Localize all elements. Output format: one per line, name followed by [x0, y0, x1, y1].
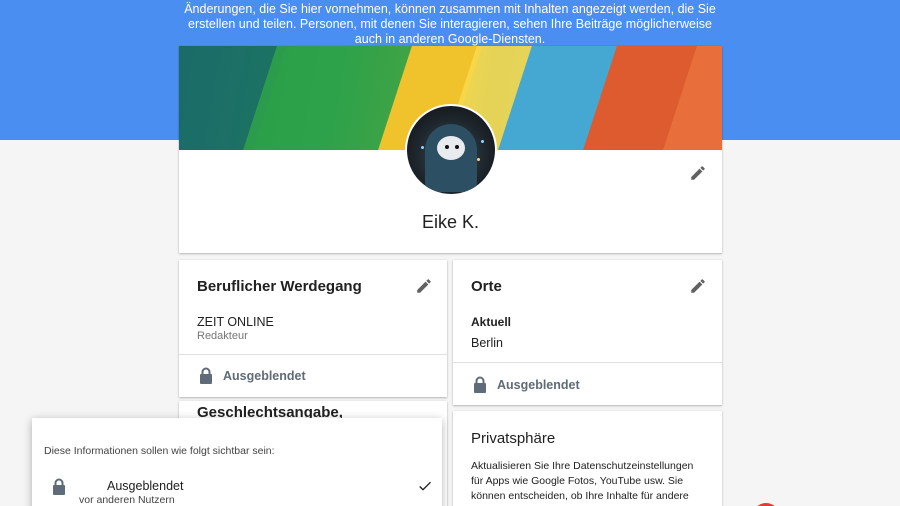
check-icon	[419, 481, 431, 491]
career-role: Redakteur	[197, 330, 248, 342]
places-current-value: Berlin	[471, 336, 503, 350]
privacy-text: Aktualisieren Sie Ihre Datenschutzeinste…	[471, 459, 693, 504]
profile-info-banner: Änderungen, die Sie hier vornehmen, könn…	[184, 2, 716, 46]
privacy-card: Privatsphäre Aktualisieren Sie Ihre Date…	[453, 411, 722, 506]
profile-name: Eike K.	[421, 212, 480, 232]
places-card: Orte Aktuell Berlin Ausgeblendet	[453, 260, 722, 405]
places-current-label: Aktuell	[471, 315, 512, 329]
profile-card: Eike K.	[179, 46, 722, 253]
visibility-label: Ausgeblendet	[497, 377, 580, 392]
privacy-text-line: Aktualisieren Sie Ihre Datenschutzeinste…	[471, 460, 694, 472]
profile-avatar[interactable]	[405, 104, 497, 196]
option-sublabel: vor anderen Nutzern	[79, 494, 175, 506]
visibility-option-hidden[interactable]: Ausgeblendet vor anderen Nutzern	[32, 472, 442, 506]
lock-icon	[474, 376, 486, 393]
career-company: ZEIT ONLINE	[197, 315, 274, 329]
lock-icon	[200, 367, 212, 384]
privacy-title: Privatsphäre	[471, 430, 556, 447]
places-visibility[interactable]: Ausgeblendet	[473, 376, 580, 393]
edit-icon[interactable]	[415, 277, 433, 295]
visibility-popup: Diese Informationen sollen wie folgt sic…	[32, 418, 442, 506]
career-visibility[interactable]: Ausgeblendet	[199, 367, 306, 384]
career-card: Beruflicher Werdegang ZEIT ONLINE Redakt…	[179, 260, 447, 397]
divider	[453, 362, 722, 363]
privacy-text-line: können entscheiden, ob Ihre Inhalte für …	[471, 490, 689, 502]
edit-icon[interactable]	[689, 164, 707, 182]
privacy-text-line: für Apps wie Google Fotos, YouTube usw. …	[471, 475, 684, 487]
lock-icon	[53, 478, 65, 495]
places-title: Orte	[471, 278, 502, 295]
visibility-label: Ausgeblendet	[223, 368, 306, 383]
edit-icon[interactable]	[689, 277, 707, 295]
popup-heading: Diese Informationen sollen wie folgt sic…	[44, 445, 275, 457]
divider	[179, 354, 447, 355]
career-title: Beruflicher Werdegang	[197, 278, 362, 295]
option-label: Ausgeblendet	[107, 479, 184, 493]
